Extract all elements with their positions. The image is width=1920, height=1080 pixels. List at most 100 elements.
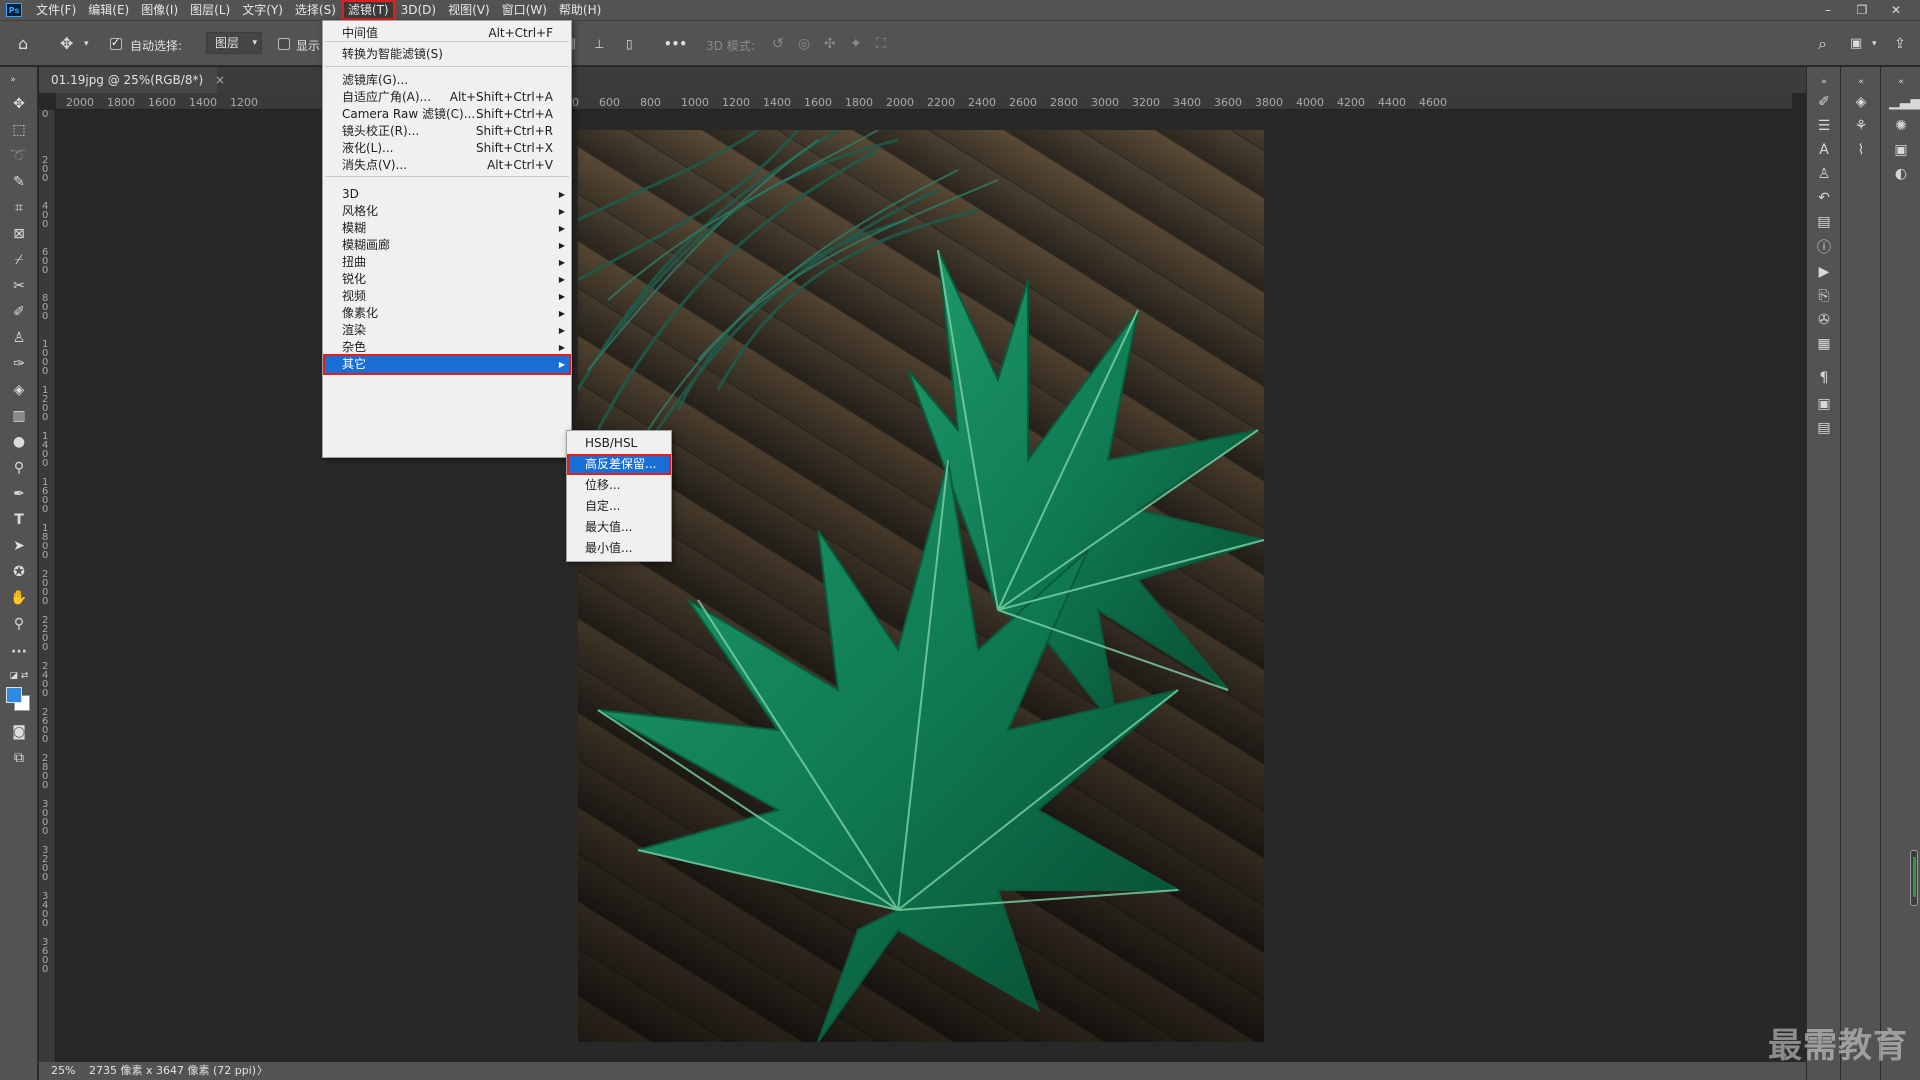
frame-tool-icon[interactable]: ⊠ [8,223,30,245]
menu-select[interactable]: 选择(S) [289,0,342,20]
default-colors-icon[interactable]: ◪ ⇄ [8,665,30,687]
filter-menu-item[interactable]: 其它 ▶ [323,354,571,375]
menu-file[interactable]: 文件(F) [30,0,82,20]
clone-source-icon[interactable]: ♙ [1812,163,1836,185]
3d-slide-icon[interactable]: ✦ [850,21,862,67]
healing-tool-icon[interactable]: ✂ [8,275,30,297]
actions-icon[interactable]: ▶ [1812,261,1836,283]
more-options-button[interactable]: ••• [664,37,687,51]
menu-image[interactable]: 图像(I) [135,0,184,20]
3d-panel-icon[interactable]: ✇ [1812,309,1836,331]
3d-scale-icon[interactable]: ⛶ [876,21,886,67]
close-window-button[interactable]: ✕ [1880,0,1912,20]
eraser-tool-icon[interactable]: ◈ [8,379,30,401]
hand-tool-icon[interactable]: ✋ [8,587,30,609]
search-icon[interactable]: ⌕ [1818,21,1827,67]
collapse-icon[interactable]: « [1889,71,1913,93]
brush-tool-icon[interactable]: ✐ [8,301,30,323]
home-icon[interactable]: ⌂ [18,21,28,67]
paths-icon[interactable]: ⌇ [1849,139,1873,161]
menu-layer[interactable]: 图层(L) [184,0,236,20]
glyphs-icon[interactable]: ▣ [1812,393,1836,415]
document-image[interactable] [578,130,1264,1042]
type-tool-icon[interactable]: T [8,509,30,531]
filter-menu-item[interactable]: 转换为智能滤镜(S) [323,44,571,65]
other-submenu-item[interactable]: 位移... [567,475,671,496]
collapse-icon[interactable]: « [1812,71,1836,93]
shape-tool-icon[interactable]: ✪ [8,561,30,583]
color-icon[interactable]: ◐ [1889,163,1913,185]
brush-settings-icon[interactable]: ✐ [1812,91,1836,113]
character-icon[interactable]: A [1812,139,1836,161]
other-submenu-item[interactable]: 高反差保留... [567,454,671,475]
properties-icon[interactable]: ☰ [1812,115,1836,137]
filter-menu-item[interactable]: 中间值 Alt+Ctrl+F [323,23,571,44]
menu-edit[interactable]: 编辑(E) [82,0,135,20]
eyedropper-tool-icon[interactable]: ⌿ [8,249,30,271]
chevron-down-icon[interactable]: ▾ [1872,21,1877,67]
layers-icon[interactable]: ◈ [1849,91,1873,113]
foreground-color-swatch[interactable] [6,687,22,703]
pen-tool-icon[interactable]: ✒ [8,483,30,505]
layer-comps-icon[interactable]: ▤ [1812,211,1836,233]
gradient-tool-icon[interactable]: ▥ [8,405,30,427]
histogram-icon[interactable]: ▁▃▅ [1889,91,1920,113]
auto-select-target-dropdown[interactable]: 图层 ▾ [206,32,262,54]
channels-icon[interactable]: ⚘ [1849,115,1873,137]
menu-3d[interactable]: 3D(D) [395,0,442,20]
timeline-icon[interactable]: ▦ [1812,333,1836,355]
distribute-icon[interactable]: ▯ [626,21,633,67]
menu-window[interactable]: 窗口(W) [496,0,553,20]
paragraph-styles-icon[interactable]: ▤ [1812,417,1836,439]
3d-orbit-icon[interactable]: ↺ [772,21,784,67]
adjustments-icon[interactable]: ✺ [1889,115,1913,137]
minimize-button[interactable]: – [1812,0,1844,20]
workspace-icon[interactable]: ▣ [1850,21,1862,67]
align-bottom-icon[interactable]: ⊥ [594,21,604,67]
quick-select-tool-icon[interactable]: ✎ [8,171,30,193]
crop-tool-icon[interactable]: ⌗ [8,197,30,219]
chevron-down-icon[interactable]: ▾ [84,21,89,67]
close-icon[interactable]: × [215,73,225,87]
collapse-icon[interactable]: « [1849,71,1873,93]
quick-mask-icon[interactable]: ◙ [8,721,30,743]
collapse-icon[interactable]: » [2,69,24,91]
move-tool-icon[interactable]: ✥ [60,21,73,67]
dodge-tool-icon[interactable]: ⚲ [8,457,30,479]
more-tools-icon[interactable]: ··· [8,641,30,663]
other-submenu-item[interactable]: HSB/HSL [567,433,671,454]
share-icon[interactable]: ⇪ [1894,21,1906,67]
3d-roll-icon[interactable]: ◎ [798,21,810,67]
libraries-icon[interactable]: ▣ [1889,139,1913,161]
stamp-tool-icon[interactable]: ♙ [8,327,30,349]
document-tab[interactable]: 01.19jpg @ 25%(RGB/8*) × [39,67,225,93]
vertical-scrollbar[interactable] [1910,850,1918,906]
other-submenu-item[interactable]: 自定... [567,496,671,517]
screen-mode-icon[interactable]: ⧉ [8,747,30,769]
zoom-level[interactable]: 25% [51,1062,75,1080]
status-menu-arrow[interactable]: 〉 [257,1062,268,1080]
3d-pan-icon[interactable]: ✣ [824,21,836,67]
info-icon[interactable]: ⓘ [1812,237,1836,259]
notes-icon[interactable]: ⎘ [1812,285,1836,307]
path-select-tool-icon[interactable]: ➤ [8,535,30,557]
filter-menu-item[interactable]: 消失点(V)... Alt+Ctrl+V [323,155,571,176]
zoom-tool-icon[interactable]: ⚲ [8,613,30,635]
other-submenu-item[interactable]: 最大值... [567,517,671,538]
paragraph-icon[interactable]: ¶ [1812,367,1836,389]
lasso-tool-icon[interactable]: ➰ [8,145,30,167]
move-tool-icon[interactable]: ✥ [8,93,30,115]
blur-tool-icon[interactable]: ● [8,431,30,453]
other-submenu-item[interactable]: 最小值... [567,538,671,559]
scrollbar-thumb[interactable] [1913,857,1916,897]
history-icon[interactable]: ↶ [1812,187,1836,209]
menu-help[interactable]: 帮助(H) [553,0,607,20]
menu-filter[interactable]: 滤镜(T) [341,0,395,20]
restore-button[interactable]: ❐ [1846,0,1878,20]
show-transform-checkbox[interactable] [278,38,290,50]
menu-type[interactable]: 文字(Y) [236,0,289,20]
auto-select-checkbox[interactable] [110,36,122,50]
marquee-tool-icon[interactable]: ⬚ [8,119,30,141]
menu-view[interactable]: 视图(V) [442,0,496,20]
history-brush-tool-icon[interactable]: ✑ [8,353,30,375]
